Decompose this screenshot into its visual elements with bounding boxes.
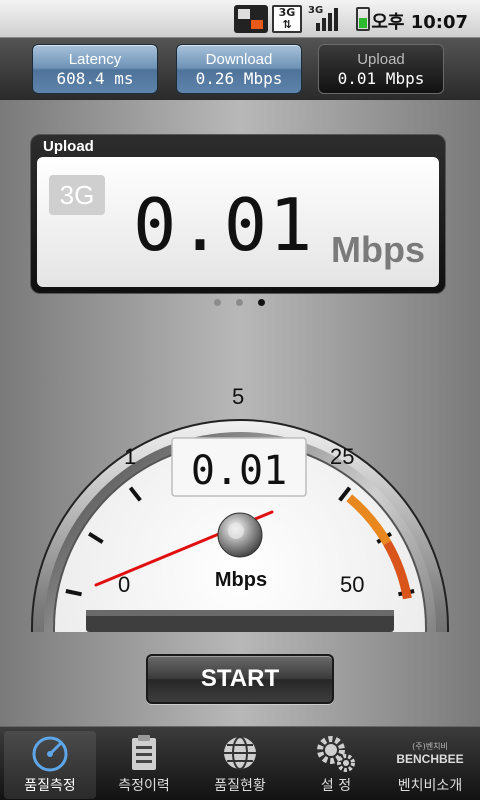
nav-label: 품질측정 <box>24 778 76 794</box>
nav-item-quality-status[interactable]: 품질현황 <box>194 731 286 799</box>
result-title: Upload <box>43 138 94 155</box>
download-label: Download <box>205 51 273 68</box>
page-dot-active <box>258 299 265 306</box>
gears-icon <box>317 736 355 772</box>
latency-tab[interactable]: Latency 608.4 ms <box>32 44 158 94</box>
speedometer-icon <box>32 736 68 772</box>
tick-label-25: 25 <box>330 444 354 469</box>
latency-label: Latency <box>68 51 122 68</box>
download-value: 0.26 Mbps <box>195 69 283 88</box>
nav-item-settings[interactable]: 설 정 <box>290 731 382 799</box>
network-badge: 3G <box>49 175 105 215</box>
notification-icon <box>234 5 268 33</box>
upload-value: 0.01 Mbps <box>337 69 425 88</box>
nav-label: 벤치비소개 <box>397 778 463 794</box>
start-button[interactable]: START <box>146 654 334 704</box>
status-bar: 3G ⇅ 3G 오후 10:07 <box>0 0 480 38</box>
tick-label-5: 5 <box>232 384 244 409</box>
download-tab[interactable]: Download 0.26 Mbps <box>176 44 302 94</box>
nav-item-about[interactable]: (주)벤치비 BENCHBEE 벤치비소개 <box>384 731 476 799</box>
page-indicator <box>210 297 270 309</box>
gauge-unit: Mbps <box>215 569 267 591</box>
tick-label-1: 1 <box>124 444 136 469</box>
data-3g-icon: 3G ⇅ <box>272 5 302 33</box>
result-value: 0.01 <box>133 183 315 267</box>
metrics-bar: Latency 608.4 ms Download 0.26 Mbps Uplo… <box>0 38 480 100</box>
result-unit: Mbps <box>331 229 425 270</box>
upload-tab[interactable]: Upload 0.01 Mbps <box>318 44 444 94</box>
bottom-nav: 품질측정 측정이력 품질현황 설 정 (주)벤치비 BENCHBEE 벤치비소개 <box>0 726 480 800</box>
result-panel: Upload 3G 0.01 Mbps <box>30 134 446 294</box>
digital-readout: 0.01 <box>191 448 287 494</box>
page-dot <box>236 299 243 306</box>
page-dot <box>214 299 221 306</box>
battery-icon <box>356 7 370 31</box>
result-screen: 3G 0.01 Mbps <box>37 157 439 287</box>
nav-label: 품질현황 <box>214 778 266 794</box>
main-panel: Upload 3G 0.01 Mbps 0 1 5 25 50 0.01 Mbp… <box>0 100 480 726</box>
globe-icon <box>224 736 256 770</box>
upload-label: Upload <box>357 51 405 68</box>
signal-icon: 3G <box>308 5 340 33</box>
nav-label: 측정이력 <box>118 778 170 794</box>
nav-label: 설 정 <box>320 778 352 794</box>
clipboard-icon <box>132 735 156 770</box>
nav-item-quality-test[interactable]: 품질측정 <box>4 731 96 799</box>
tick-label-50: 50 <box>340 572 364 597</box>
status-time: 오후 10:07 <box>371 12 468 33</box>
nav-item-history[interactable]: 측정이력 <box>98 731 190 799</box>
benchbee-logo: (주)벤치비 BENCHBEE <box>396 742 464 766</box>
speed-gauge: 0 1 5 25 50 0.01 Mbps <box>0 310 480 640</box>
latency-value: 608.4 ms <box>56 69 134 88</box>
